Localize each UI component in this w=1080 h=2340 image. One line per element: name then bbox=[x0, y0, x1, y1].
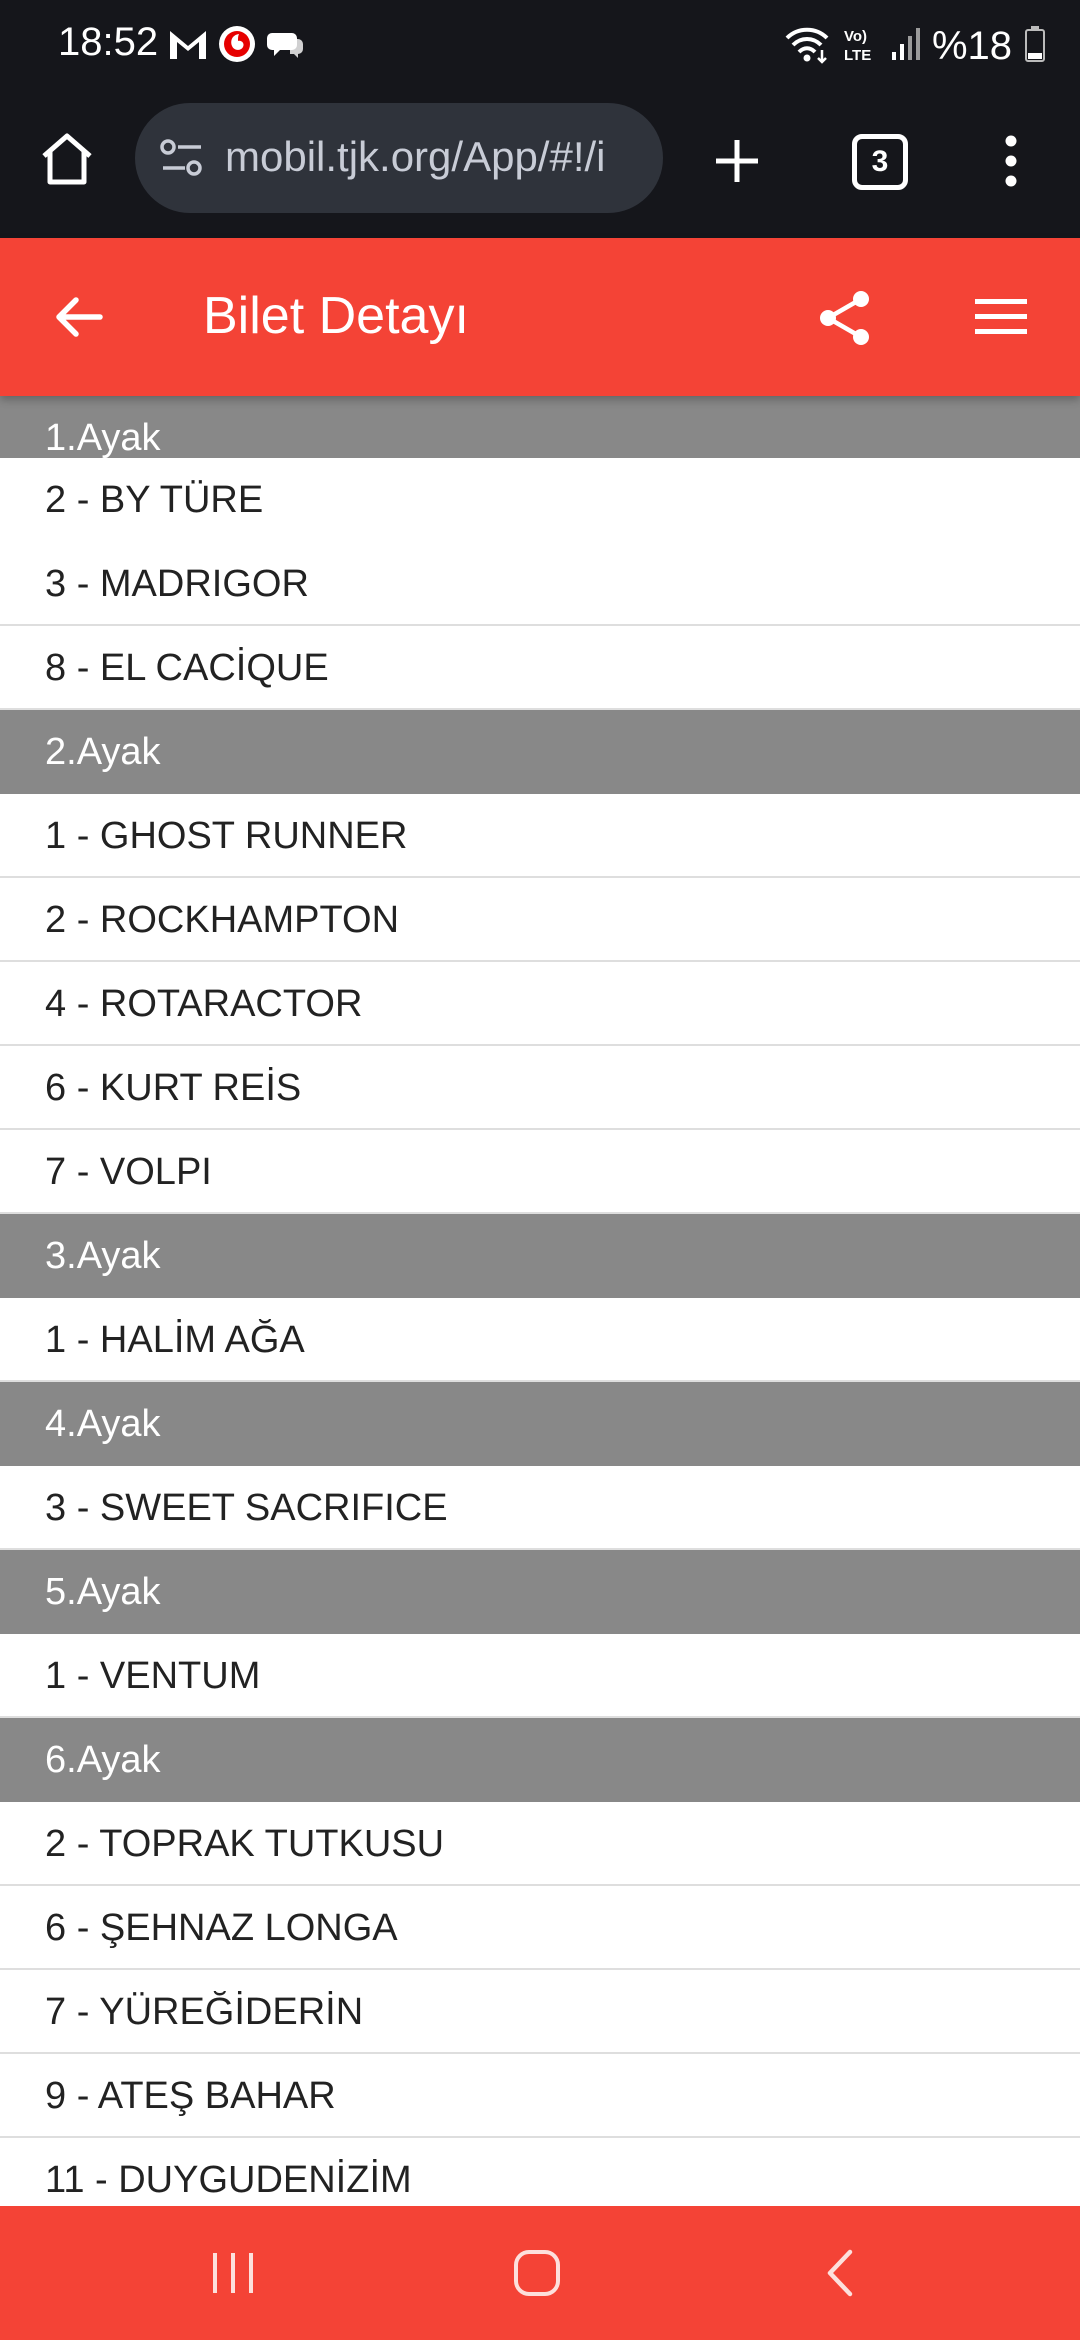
share-button[interactable] bbox=[815, 288, 875, 353]
horse-item: 1 - GHOST RUNNER bbox=[0, 794, 1080, 878]
browser-toolbar: mobil.tjk.org/App/#!/i 3 bbox=[0, 90, 1080, 238]
notification-icons bbox=[168, 24, 304, 68]
home-icon bbox=[42, 133, 92, 185]
svg-text:Vo): Vo) bbox=[844, 28, 867, 45]
horse-item: 1 - VENTUM bbox=[0, 1634, 1080, 1718]
tab-switcher-button[interactable]: 3 bbox=[852, 134, 908, 190]
svg-text:LTE: LTE bbox=[844, 47, 871, 64]
horse-item: 2 - TOPRAK TUTKUSU bbox=[0, 1802, 1080, 1886]
home-button[interactable] bbox=[36, 128, 98, 195]
horse-item: 2 - BY TÜRE bbox=[0, 458, 1080, 542]
horse-item: 7 - VOLPI bbox=[0, 1130, 1080, 1214]
back-button[interactable] bbox=[50, 288, 108, 351]
status-time: 18:52 bbox=[58, 20, 159, 64]
back-nav-icon bbox=[827, 2249, 853, 2297]
ticket-legs-list: 1.Ayak 2 - BY TÜRE 3 - MADRIGOR 8 - EL C… bbox=[0, 396, 1080, 2206]
horse-item: 2 - ROCKHAMPTON bbox=[0, 878, 1080, 962]
home-nav-button[interactable] bbox=[512, 2248, 562, 2303]
back-nav-button[interactable] bbox=[822, 2248, 856, 2303]
hamburger-icon bbox=[975, 299, 1027, 334]
horse-item: 8 - EL CACİQUE bbox=[0, 626, 1080, 710]
share-icon bbox=[820, 291, 869, 345]
leg-header-4: 4.Ayak bbox=[0, 1382, 1080, 1466]
recent-apps-button[interactable] bbox=[210, 2250, 256, 2301]
status-bar: 18:52 Vo) LTE %18 bbox=[0, 0, 1080, 90]
menu-button[interactable] bbox=[973, 294, 1029, 345]
horse-item: 3 - MADRIGOR bbox=[0, 542, 1080, 626]
leg-header-3: 3.Ayak bbox=[0, 1214, 1080, 1298]
site-settings-icon[interactable] bbox=[159, 137, 205, 184]
leg-header-5: 5.Ayak bbox=[0, 1550, 1080, 1634]
wifi-icon bbox=[784, 24, 830, 69]
horse-item: 3 - SWEET SACRIFICE bbox=[0, 1466, 1080, 1550]
gmail-icon bbox=[168, 27, 208, 66]
more-vert-icon bbox=[1005, 135, 1017, 187]
horse-item: 6 - ŞEHNAZ LONGA bbox=[0, 1886, 1080, 1970]
horse-item: 11 - DUYGUDENİZİM bbox=[0, 2138, 1080, 2206]
app-bar: Bilet Detayı bbox=[0, 238, 1080, 396]
arrow-left-icon bbox=[56, 297, 103, 337]
leg-header-2: 2.Ayak bbox=[0, 710, 1080, 794]
horse-item: 6 - KURT REİS bbox=[0, 1046, 1080, 1130]
battery-icon bbox=[1024, 25, 1046, 68]
signal-icon bbox=[890, 26, 920, 67]
browser-menu-button[interactable] bbox=[998, 134, 1024, 193]
horse-item: 7 - YÜREĞİDERİN bbox=[0, 1970, 1080, 2054]
url-text: mobil.tjk.org/App/#!/i bbox=[225, 133, 606, 180]
horse-item: 9 - ATEŞ BAHAR bbox=[0, 2054, 1080, 2138]
plus-icon bbox=[716, 140, 758, 182]
horse-item: 4 - ROTARACTOR bbox=[0, 962, 1080, 1046]
leg-header-6: 6.Ayak bbox=[0, 1718, 1080, 1802]
chat-icon bbox=[266, 27, 304, 66]
url-bar[interactable]: mobil.tjk.org/App/#!/i bbox=[135, 103, 663, 213]
vodafone-icon bbox=[218, 25, 256, 68]
recent-apps-icon bbox=[213, 2253, 253, 2293]
status-right-icons: Vo) LTE %18 bbox=[784, 18, 1046, 74]
battery-level: %18 bbox=[931, 23, 1012, 68]
page-title: Bilet Detayı bbox=[203, 287, 469, 345]
horse-item: 1 - HALİM AĞA bbox=[0, 1298, 1080, 1382]
home-nav-icon bbox=[514, 2250, 560, 2296]
new-tab-button[interactable] bbox=[710, 134, 764, 193]
system-nav-bar bbox=[0, 2206, 1080, 2340]
volte-icon: Vo) LTE bbox=[842, 24, 878, 69]
